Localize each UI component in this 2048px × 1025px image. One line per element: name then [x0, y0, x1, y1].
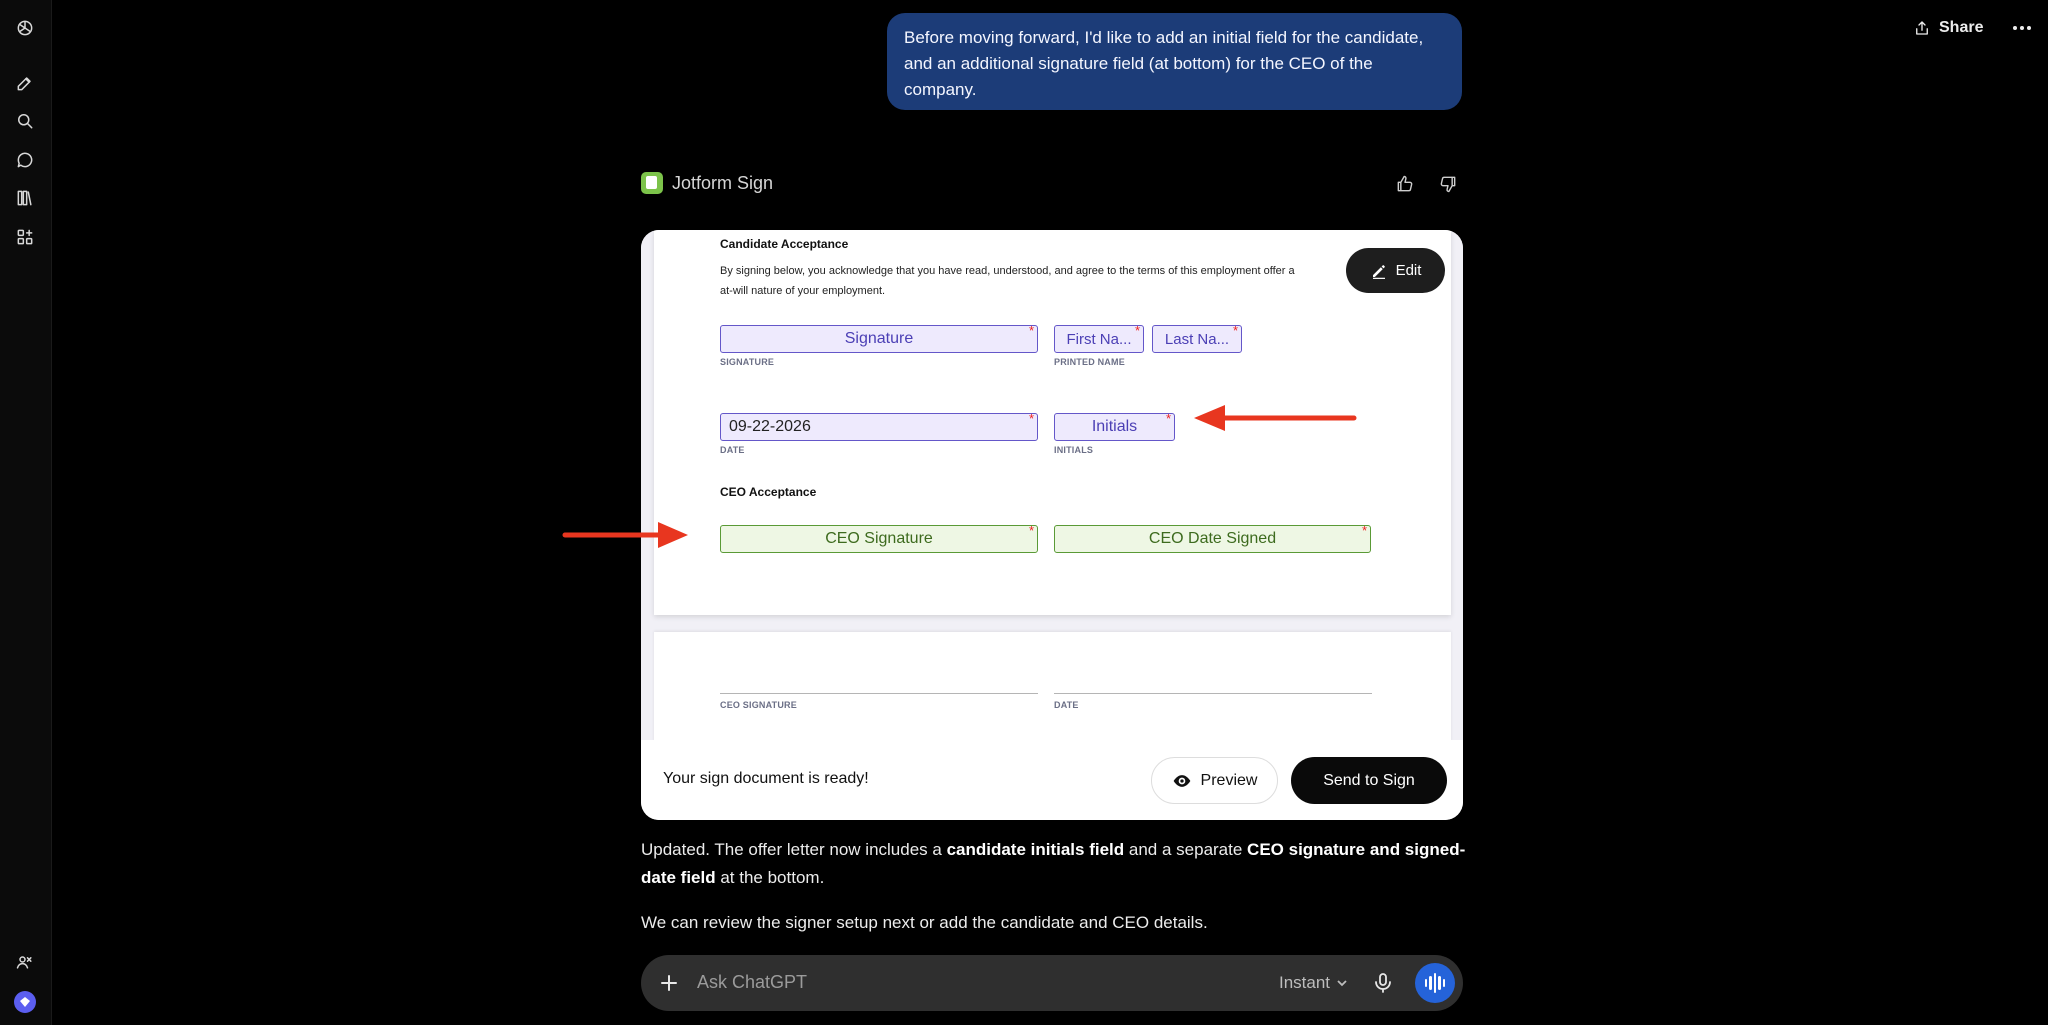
signature-label: SIGNATURE — [720, 357, 775, 367]
tool-name: Jotform Sign — [672, 172, 774, 193]
initials-text: Initials — [1091, 418, 1138, 435]
resp-text-e: at the bottom. — [715, 868, 825, 887]
sidebar-rail — [0, 0, 52, 1025]
ceo-signature-text: CEO Signature — [825, 530, 933, 547]
first-name-field[interactable]: First Na... * — [1054, 323, 1144, 353]
people-icon[interactable] — [13, 950, 37, 974]
required-mark: * — [1134, 323, 1140, 338]
date-line — [1054, 693, 1372, 694]
eye-icon — [1173, 774, 1190, 787]
share-button[interactable]: Share — [1913, 16, 1983, 40]
share-icon — [1916, 21, 1928, 35]
date-value: 09-22-2026 — [729, 418, 811, 435]
card-footer: Your sign document is ready! Preview Sen… — [641, 740, 1463, 820]
red-arrow-to-ceo-signature — [562, 522, 688, 548]
more-options-icon[interactable] — [2008, 14, 2036, 42]
model-label: Instant — [1279, 973, 1331, 992]
voice-mode-button[interactable] — [1415, 963, 1455, 1003]
user-message-bubble: Before moving forward, I'd like to add a… — [887, 13, 1462, 110]
edit-label: Edit — [1395, 262, 1422, 279]
candidate-text: By signing below, you acknowledge that y… — [720, 261, 1380, 301]
search-icon[interactable] — [13, 109, 37, 133]
library-icon[interactable] — [13, 186, 37, 210]
signature-field-text: Signature — [844, 330, 914, 347]
ceo-signature-label: CEO SIGNATURE — [720, 700, 797, 710]
candidate-text-line1: By signing below, you acknowledge that y… — [720, 265, 1295, 277]
candidate-text-line2: at-will nature of your employment. — [720, 285, 886, 297]
model-selector[interactable]: Instant — [1279, 973, 1348, 993]
send-to-sign-button[interactable]: Send to Sign — [1291, 757, 1447, 804]
last-name-field[interactable]: Last Na... * — [1152, 323, 1242, 353]
tool-header: Jotform Sign — [641, 172, 773, 194]
assistant-response-paragraph-2: We can review the signer setup next or a… — [641, 913, 1208, 932]
last-name-text: Last Na... — [1164, 330, 1230, 348]
required-mark: * — [1028, 523, 1034, 538]
microphone-icon[interactable] — [1369, 969, 1397, 997]
first-name-text: First Na... — [1066, 330, 1132, 348]
thumbs-down-icon[interactable] — [1436, 172, 1460, 196]
red-arrow-to-initials — [1194, 405, 1357, 431]
printed-name-label: PRINTED NAME — [1054, 357, 1125, 367]
ceo-date-signed-field[interactable]: CEO Date Signed * — [1054, 523, 1371, 553]
plus-icon[interactable] — [657, 971, 681, 995]
required-mark: * — [1028, 411, 1034, 426]
required-mark: * — [1028, 323, 1034, 338]
thumbs-up-icon[interactable] — [1393, 172, 1417, 196]
apps-icon[interactable] — [13, 225, 37, 249]
initials-label: INITIALS — [1054, 445, 1094, 455]
date-label: DATE — [720, 445, 745, 455]
preview-label: Preview — [1200, 771, 1258, 789]
document-preview: Candidate Acceptance By signing below, y… — [641, 230, 1463, 742]
prompt-input[interactable]: Ask ChatGPT — [697, 972, 807, 993]
resp-text-c: and a separate — [1124, 840, 1248, 859]
jotform-logo-icon — [641, 172, 663, 194]
new-chat-icon[interactable] — [13, 71, 37, 95]
ceo-date-signed-text: CEO Date Signed — [1148, 530, 1277, 547]
ready-text: Your sign document is ready! — [663, 770, 869, 787]
date-field[interactable]: 09-22-2026 * — [720, 411, 1038, 441]
openai-logo-icon[interactable] — [13, 16, 37, 40]
signature-field[interactable]: Signature * — [720, 323, 1038, 353]
pencil-icon — [1372, 264, 1385, 279]
chevron-down-icon — [1337, 980, 1347, 987]
required-mark: * — [1232, 323, 1238, 338]
document-page-2: CEO SIGNATURE DATE — [654, 632, 1451, 742]
resp-bold-initials: candidate initials field — [946, 840, 1125, 859]
candidate-heading: Candidate Acceptance — [720, 237, 849, 251]
required-mark: * — [1165, 411, 1171, 426]
ceo-signature-line — [720, 693, 1038, 694]
chat-bubble-icon[interactable] — [13, 148, 37, 172]
jotform-sign-card: Candidate Acceptance By signing below, y… — [641, 230, 1463, 820]
initials-field[interactable]: Initials * — [1054, 411, 1175, 441]
assistant-response-paragraph-1: Updated. The offer letter now includes a… — [641, 836, 1471, 892]
resp-text-a: Updated. The offer letter now includes a — [641, 840, 947, 859]
ceo-heading: CEO Acceptance — [720, 485, 817, 499]
upgrade-badge-icon[interactable] — [13, 990, 37, 1014]
ceo-signature-field[interactable]: CEO Signature * — [720, 523, 1038, 553]
preview-button[interactable]: Preview — [1151, 757, 1278, 804]
date2-label: DATE — [1054, 700, 1079, 710]
edit-button[interactable]: Edit — [1346, 248, 1445, 293]
share-label: Share — [1939, 19, 1984, 36]
required-mark: * — [1361, 523, 1367, 538]
composer: Ask ChatGPT Instant — [641, 955, 1463, 1011]
